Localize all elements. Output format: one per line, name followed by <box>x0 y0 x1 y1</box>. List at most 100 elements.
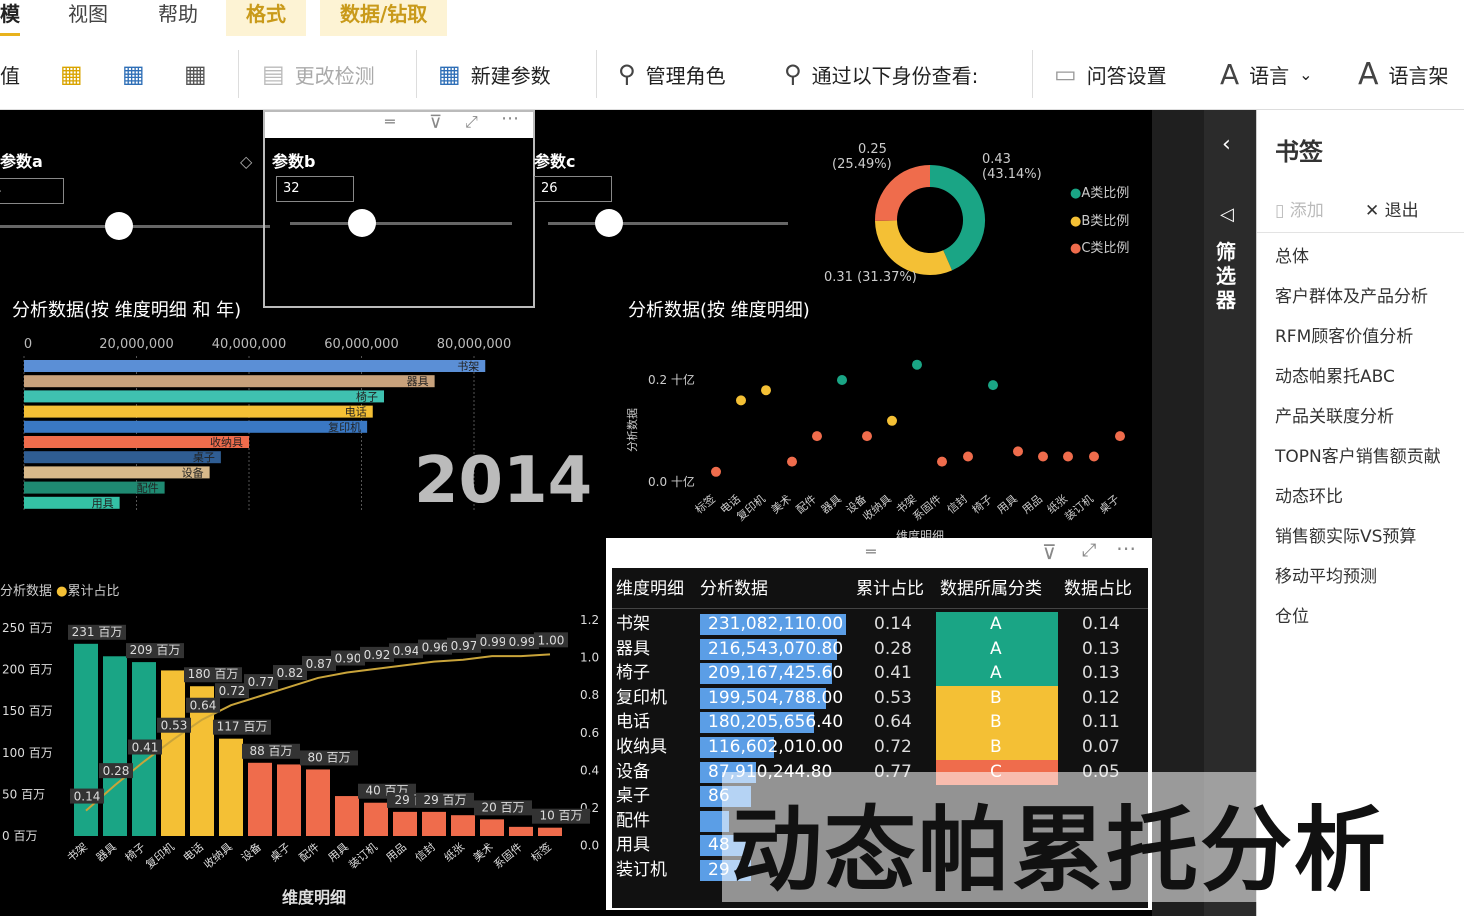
bookmark-item[interactable]: 总体 <box>1275 242 1309 267</box>
view-as-button[interactable]: ⚲ 通过以下身份查看: <box>784 56 978 92</box>
race-bar[interactable] <box>24 420 368 433</box>
tab-data-drill[interactable]: 数据/钻取 <box>320 0 448 36</box>
bookmark-item[interactable]: RFM顾客价值分析 <box>1275 322 1413 347</box>
race-bar[interactable] <box>24 375 435 388</box>
col-header-cumulative[interactable]: 累计占比 <box>856 574 924 599</box>
scatter-point[interactable] <box>1089 451 1099 462</box>
drag-handle-icon[interactable]: ═ <box>385 112 395 131</box>
scatter-point[interactable] <box>812 431 822 442</box>
pareto-bar[interactable] <box>364 802 388 836</box>
bookmark-item[interactable]: 动态帕累托ABC <box>1275 362 1395 387</box>
col-header-dimension[interactable]: 维度明细 <box>616 574 684 599</box>
param-b-slicer-frame[interactable]: ═ ⊽ ⤢ ⋯ <box>263 110 535 308</box>
change-detect-button[interactable]: ▤ 更改检测 <box>262 56 375 92</box>
focus-mode-icon[interactable]: ⤢ <box>1082 540 1096 561</box>
param-c-input[interactable]: 26 <box>534 176 612 202</box>
grid-button[interactable]: ▦ <box>184 56 217 92</box>
new-parameter-button[interactable]: ▦ 新建参数 <box>438 56 551 92</box>
bookmark-item[interactable]: 仓位 <box>1275 602 1309 627</box>
col-header-share[interactable]: 数据占比 <box>1064 574 1132 599</box>
language-button[interactable]: A 语言 ⌄ <box>1220 56 1313 92</box>
tab-format[interactable]: 格式 <box>226 0 306 36</box>
pareto-bar[interactable] <box>103 656 127 836</box>
donut-slice-2[interactable] <box>875 165 931 222</box>
donut-slice-1[interactable] <box>875 219 953 275</box>
manage-roles-button[interactable]: ⚲ 管理角色 <box>618 56 726 92</box>
scatter-point[interactable] <box>937 456 947 467</box>
pareto-bar[interactable] <box>161 670 185 836</box>
param-b-input[interactable]: 32 <box>276 176 354 202</box>
scatter-point[interactable] <box>912 359 922 370</box>
scatter-point[interactable] <box>1063 451 1073 462</box>
col-header-value[interactable]: 分析数据 <box>700 574 768 599</box>
eraser-icon[interactable]: ◇ <box>240 152 252 171</box>
pareto-bar[interactable] <box>422 811 446 836</box>
filter-icon[interactable]: ⊽ <box>429 112 442 133</box>
race-bar[interactable] <box>24 360 486 372</box>
pareto-bar[interactable] <box>277 764 301 836</box>
drag-handle-icon[interactable]: ═ <box>866 542 876 561</box>
table-row[interactable]: 复印机 199,504,788.00 0.53 B 0.12 <box>612 685 1148 711</box>
scatter-point[interactable] <box>837 375 847 385</box>
filter-icon[interactable]: ⊽ <box>1042 540 1057 564</box>
legend-item-c[interactable]: ●C类比例 <box>1070 237 1129 256</box>
more-options-icon[interactable]: ⋯ <box>1116 536 1136 560</box>
exit-bookmark-button[interactable]: ✕ 退出 <box>1365 196 1419 221</box>
pareto-bar[interactable] <box>306 769 330 836</box>
scatter-point[interactable] <box>1115 431 1125 442</box>
language-schema-button[interactable]: A 语言架 <box>1358 56 1449 92</box>
legend-item-a[interactable]: ●A类比例 <box>1070 182 1129 201</box>
param-c-slider-thumb[interactable] <box>595 209 623 237</box>
add-bookmark-button[interactable]: ▯ 添加 <box>1275 196 1324 221</box>
qa-setup-button[interactable]: ▭ 问答设置 <box>1054 56 1167 92</box>
pareto-bar[interactable] <box>74 643 98 836</box>
table-row[interactable]: 椅子 209,167,425.60 0.41 A 0.13 <box>612 661 1148 687</box>
bookmark-item[interactable]: 动态环比 <box>1275 482 1343 507</box>
scatter-point[interactable] <box>736 395 746 406</box>
bookmark-item[interactable]: 客户群体及产品分析 <box>1275 282 1428 307</box>
race-bar[interactable] <box>24 405 373 418</box>
scatter-point[interactable] <box>988 380 998 391</box>
table-row[interactable]: 器具 216,543,070.80 0.28 A 0.13 <box>612 636 1148 662</box>
pareto-bar[interactable] <box>480 819 504 836</box>
donut-slice-0[interactable] <box>929 165 985 271</box>
scatter-point[interactable] <box>711 466 721 477</box>
bookmark-item[interactable]: TOPN客户销售额贡献 <box>1275 442 1441 467</box>
bookmark-item[interactable]: 移动平均预测 <box>1275 562 1377 587</box>
collapse-chevron-icon[interactable]: ‹ <box>1222 132 1231 157</box>
param-a-input[interactable]: 4 <box>0 178 64 204</box>
pareto-bar[interactable] <box>509 826 533 836</box>
param-b-slider-thumb[interactable] <box>348 209 376 237</box>
new-table-button[interactable]: ▦ <box>122 56 155 92</box>
bookmark-item[interactable]: 销售额实际VS预算 <box>1275 522 1416 547</box>
scatter-point[interactable] <box>761 385 771 396</box>
pareto-bar[interactable] <box>248 762 272 836</box>
pareto-bar[interactable] <box>538 827 562 836</box>
scatter-point[interactable] <box>1013 446 1023 457</box>
tab-help[interactable]: 帮助 <box>158 0 198 36</box>
focus-mode-icon[interactable]: ⤢ <box>465 112 478 132</box>
scatter-point[interactable] <box>887 415 897 426</box>
race-bar[interactable] <box>24 390 384 403</box>
table-row[interactable]: 收纳具 116,602,010.00 0.72 B 0.07 <box>612 735 1148 760</box>
tab-modeling[interactable]: 模 <box>0 0 20 36</box>
scatter-point[interactable] <box>787 456 797 467</box>
scatter-point[interactable] <box>963 451 973 462</box>
race-bar[interactable] <box>24 451 221 464</box>
value-button[interactable]: 值 <box>0 56 20 92</box>
calc-table-button[interactable]: ▦ <box>60 56 93 92</box>
scatter-point[interactable] <box>1038 451 1048 462</box>
col-header-class[interactable]: 数据所属分类 <box>940 574 1042 599</box>
legend-item-b[interactable]: ●B类比例 <box>1070 210 1129 229</box>
table-row[interactable]: 电话 180,205,656.40 0.64 B 0.11 <box>612 710 1148 736</box>
bookmark-item[interactable]: 产品关联度分析 <box>1275 402 1394 427</box>
pareto-bar[interactable] <box>451 815 475 836</box>
pareto-bar[interactable] <box>219 738 243 836</box>
param-a-slider-thumb[interactable] <box>105 212 133 240</box>
more-options-icon[interactable]: ⋯ <box>501 110 519 129</box>
tab-view[interactable]: 视图 <box>68 0 108 36</box>
pareto-bar[interactable] <box>335 796 359 836</box>
table-row[interactable]: 书架 231,082,110.00 0.14 A 0.14 <box>612 612 1148 637</box>
pareto-bar[interactable] <box>393 811 417 836</box>
scatter-point[interactable] <box>862 431 872 442</box>
